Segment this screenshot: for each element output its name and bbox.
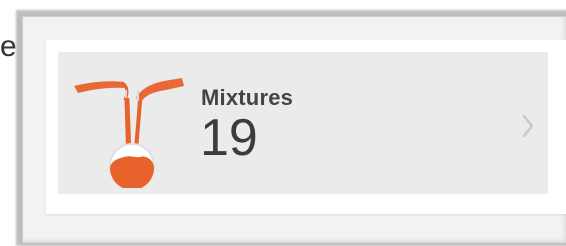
flask-mixing-icon: [74, 78, 184, 188]
tile-count: 19: [200, 109, 258, 167]
chevron-right-icon[interactable]: [518, 112, 538, 140]
tile-label: Mixtures: [201, 85, 294, 110]
screenshot-stage: e Mixtures 19: [0, 0, 566, 246]
mixtures-tile[interactable]: Mixtures 19: [58, 52, 548, 194]
